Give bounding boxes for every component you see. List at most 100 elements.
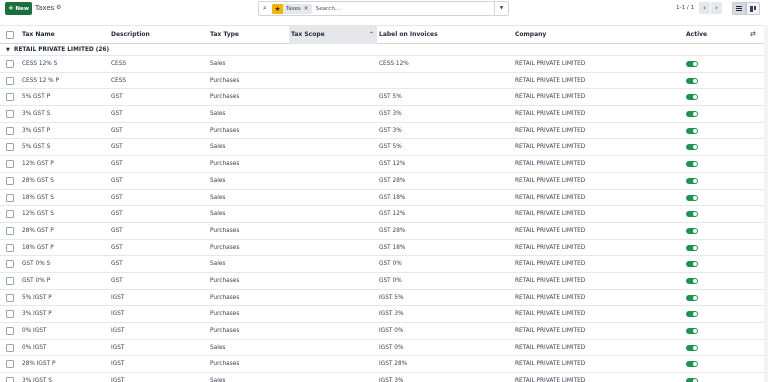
row-checkbox[interactable] [6, 210, 14, 219]
table-row[interactable]: 3% GST P GST Purchases GST 3% RETAIL PRIVATE… [0, 123, 768, 140]
column-active[interactable]: Active [686, 26, 736, 44]
search-options-toggle[interactable]: ▼ [494, 2, 508, 15]
cell-company: RETAIL PRIVATE LIMITED [515, 94, 586, 101]
column-description[interactable]: Description [111, 26, 209, 44]
gear-icon[interactable]: ⚙ [56, 4, 61, 11]
table-row[interactable]: 0% IGST IGST Sales IGST 0% RETAIL PRIVATE LI… [0, 340, 768, 357]
table-row[interactable]: GST 0% S GST Sales GST 0% RETAIL PRIVATE LIM… [0, 256, 768, 273]
active-toggle[interactable] [686, 277, 698, 284]
column-label-on-invoices[interactable]: Label on Invoices [379, 26, 513, 44]
list-view-button[interactable] [732, 2, 746, 15]
cell-description: GST [111, 227, 123, 234]
active-toggle[interactable] [686, 261, 698, 268]
table-row[interactable]: 3% GST S GST Sales GST 3% RETAIL PRIVATE LIM… [0, 106, 768, 123]
new-button[interactable]: + New [5, 2, 32, 15]
row-checkbox[interactable] [6, 110, 14, 119]
kanban-view-button[interactable] [746, 2, 760, 15]
row-checkbox[interactable] [6, 360, 14, 369]
cell-company: RETAIL PRIVATE LIMITED [515, 261, 586, 268]
row-checkbox[interactable] [6, 93, 14, 102]
row-checkbox[interactable] [6, 293, 14, 302]
row-checkbox[interactable] [6, 343, 14, 352]
table-row[interactable]: 12% GST S GST Sales GST 12% RETAIL PRIVATE L… [0, 206, 768, 223]
cell-tax-name: 3% IGST P [22, 311, 52, 318]
row-checkbox[interactable] [6, 327, 14, 335]
table-row[interactable]: 0% IGST IGST Purchases IGST 0% RETAIL PRIVAT… [0, 323, 768, 340]
cell-description: IGST [111, 378, 125, 382]
active-toggle[interactable] [686, 127, 698, 134]
active-toggle[interactable] [686, 111, 698, 118]
table-row[interactable]: 5% GST S GST Sales GST 5% RETAIL PRIVATE LIM… [0, 139, 768, 157]
table-row[interactable]: 3% IGST S IGST Sales IGST 3% RETAIL PRIVATE … [0, 373, 768, 382]
remove-facet-icon[interactable]: × [304, 5, 312, 12]
search-input[interactable] [315, 3, 476, 14]
active-toggle[interactable] [686, 194, 698, 201]
scrollbar[interactable] [764, 25, 768, 382]
active-toggle[interactable] [686, 361, 698, 368]
row-checkbox[interactable] [6, 143, 14, 152]
row-checkbox[interactable] [6, 60, 14, 68]
group-row[interactable]: ▼ RETAIL PRIVATE LIMITED (26) [0, 44, 768, 56]
active-toggle[interactable] [686, 294, 698, 301]
table-row[interactable]: 12% GST P GST Purchases GST 12% RETAIL PRIVA… [0, 156, 768, 173]
column-tax-type[interactable]: Tax Type [210, 26, 288, 44]
active-toggle[interactable] [686, 77, 698, 84]
row-checkbox[interactable] [6, 126, 14, 135]
pager-value[interactable]: 1-1 / 1 [676, 5, 694, 11]
table-row[interactable]: 28% GST S GST Sales GST 28% RETAIL PRIVATE L… [0, 173, 768, 190]
pager-previous-button[interactable]: ‹ [699, 2, 710, 14]
table-row[interactable]: 18% GST S GST Sales GST 18% RETAIL PRIVATE L… [0, 190, 768, 207]
table-row[interactable]: 5% GST P GST Purchases GST 5% RETAIL PRIVATE… [0, 89, 768, 107]
search-bar[interactable]: ⌕ ★ Taxes × ▼ [258, 1, 509, 16]
active-toggle[interactable] [686, 244, 698, 251]
row-checkbox[interactable] [6, 276, 14, 285]
row-checkbox[interactable] [6, 377, 14, 382]
table-row[interactable]: GST 0% P GST Purchases GST 0% RETAIL PRIVATE… [0, 273, 768, 290]
cell-company: RETAIL PRIVATE LIMITED [515, 161, 586, 168]
active-toggle[interactable] [686, 227, 698, 234]
cell-label-on-invoices: IGST 3% [379, 378, 404, 382]
table-row[interactable]: CESS 12% S CESS Sales CESS 12% RETAIL PRIVAT… [0, 56, 768, 73]
active-toggle[interactable] [686, 344, 698, 351]
table-row[interactable]: CESS 12 % P CESS Purchases RETAIL PRIVATE L… [0, 73, 768, 90]
cell-company: RETAIL PRIVATE LIMITED [515, 211, 586, 218]
column-tax-name[interactable]: Tax Name [22, 26, 110, 44]
table-row[interactable]: 5% IGST P IGST Purchases IGST 5% RETAIL PRIV… [0, 290, 768, 307]
row-checkbox[interactable] [6, 160, 14, 169]
row-checkbox[interactable] [6, 226, 14, 235]
row-checkbox[interactable] [6, 243, 14, 252]
table-row[interactable]: 18% GST P GST Purchases GST 18% RETAIL PRIVA… [0, 240, 768, 257]
row-checkbox[interactable] [6, 76, 14, 85]
cell-tax-type: Purchases [210, 77, 240, 84]
table-row[interactable]: 28% GST P GST Purchases GST 28% RETAIL PRIVA… [0, 223, 768, 240]
select-all-checkbox[interactable] [6, 31, 14, 39]
cell-description: GST [111, 144, 123, 151]
table-row[interactable]: 28% IGST P IGST Purchases IGST 28% RETAIL PR… [0, 356, 768, 374]
table-row[interactable]: 3% IGST P IGST Purchases IGST 3% RETAIL PRIV… [0, 306, 768, 323]
active-toggle[interactable] [686, 378, 698, 382]
active-toggle[interactable] [686, 61, 698, 67]
active-toggle[interactable] [686, 144, 698, 151]
column-tax-scope[interactable]: Tax Scope ⌃ [289, 26, 377, 44]
column-company[interactable]: Company [515, 26, 683, 44]
row-checkbox[interactable] [6, 176, 14, 185]
table-body: CESS 12% S CESS Sales CESS 12% RETAIL PRIVAT… [0, 56, 768, 382]
row-checkbox[interactable] [6, 310, 14, 319]
active-toggle[interactable] [686, 161, 698, 168]
active-toggle[interactable] [686, 328, 698, 334]
row-checkbox[interactable] [6, 260, 14, 269]
active-toggle[interactable] [686, 177, 698, 184]
search-facet[interactable]: ★ Taxes × [272, 3, 312, 14]
active-toggle[interactable] [686, 311, 698, 318]
cell-tax-name: 3% GST P [22, 127, 51, 134]
optional-columns-icon[interactable]: ⇄ [750, 30, 756, 38]
pager-next-button[interactable]: › [711, 2, 722, 14]
row-checkbox[interactable] [6, 193, 14, 202]
cell-tax-type: Purchases [210, 127, 240, 134]
active-toggle[interactable] [686, 211, 698, 218]
cell-description: IGST [111, 328, 125, 334]
table-header: Tax Name Description Tax Type Tax Scope … [0, 25, 768, 44]
search-icon: ⌕ [263, 4, 267, 12]
active-toggle[interactable] [686, 94, 698, 101]
cell-description: GST [111, 211, 123, 218]
